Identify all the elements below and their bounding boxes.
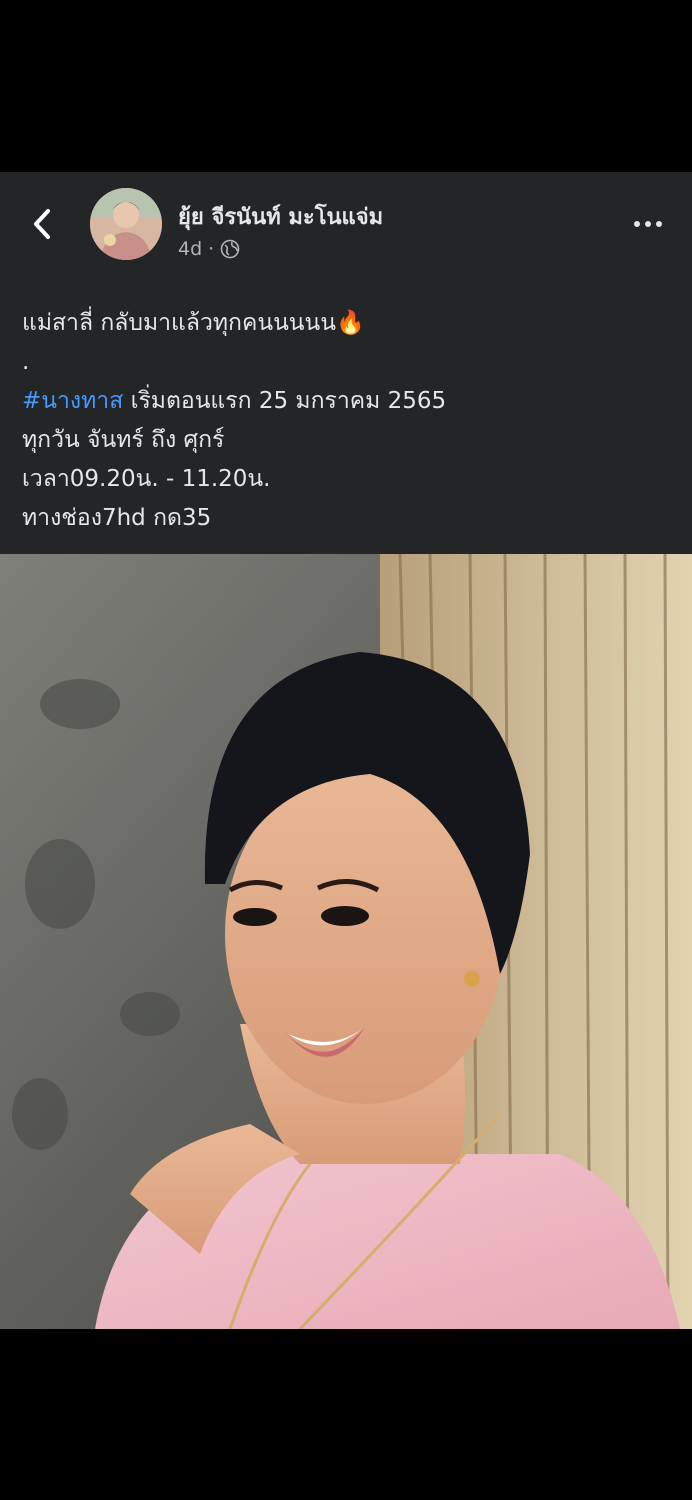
more-dot xyxy=(645,221,651,227)
fire-emoji-icon: 🔥 xyxy=(335,310,365,336)
caption-text: ทางช่อง7hd กด35 xyxy=(22,505,212,531)
caption-text: เริ่มตอนแรก 25 มกราคม 2565 xyxy=(123,388,447,414)
caption-line: ทุกวัน จันทร์ ถึง ศุกร์ xyxy=(22,421,672,460)
caption-line: เวลา09.20น. - 11.20น. xyxy=(22,460,672,499)
more-dot xyxy=(656,221,662,227)
caption-line: . xyxy=(22,343,672,382)
caption-text: แม่สาลี่ กลับมาแล้วทุกคนนนนน xyxy=(22,310,336,336)
more-dot xyxy=(634,221,640,227)
post-header: ยุ้ย จีรนันท์ มะโนแจ่ม 4d · xyxy=(0,172,692,272)
caption-line: #นางทาส เริ่มตอนแรก 25 มกราคม 2565 xyxy=(22,382,672,421)
chevron-left-icon xyxy=(34,209,50,239)
post-photo[interactable] xyxy=(0,554,692,1329)
author-name[interactable]: ยุ้ย จีรนันท์ มะโนแจ่ม xyxy=(178,199,383,234)
back-button[interactable] xyxy=(22,204,62,244)
caption-text: . xyxy=(22,349,30,375)
more-options-button[interactable] xyxy=(626,210,670,238)
caption-text: ทุกวัน จันทร์ ถึง ศุกร์ xyxy=(22,427,225,453)
caption-text: เวลา09.20น. - 11.20น. xyxy=(22,466,271,492)
photo-image xyxy=(0,554,692,1329)
caption-line: ทางช่อง7hd กด35 xyxy=(22,499,672,538)
post-card: ยุ้ย จีรนันท์ มะโนแจ่ม 4d · แม่สาลี่ กลั… xyxy=(0,172,692,1329)
caption-line: แม่สาลี่ กลับมาแล้วทุกคนนนนน🔥 xyxy=(22,304,672,343)
globe-icon xyxy=(220,239,240,259)
post-meta: 4d · xyxy=(178,238,240,260)
post-time[interactable]: 4d xyxy=(178,238,202,260)
meta-separator: · xyxy=(208,238,215,260)
avatar-image xyxy=(90,188,162,260)
avatar[interactable] xyxy=(90,188,162,260)
post-caption: แม่สาลี่ กลับมาแล้วทุกคนนนนน🔥 . #นางทาส … xyxy=(22,304,672,538)
hashtag-link[interactable]: #นางทาส xyxy=(22,388,123,414)
